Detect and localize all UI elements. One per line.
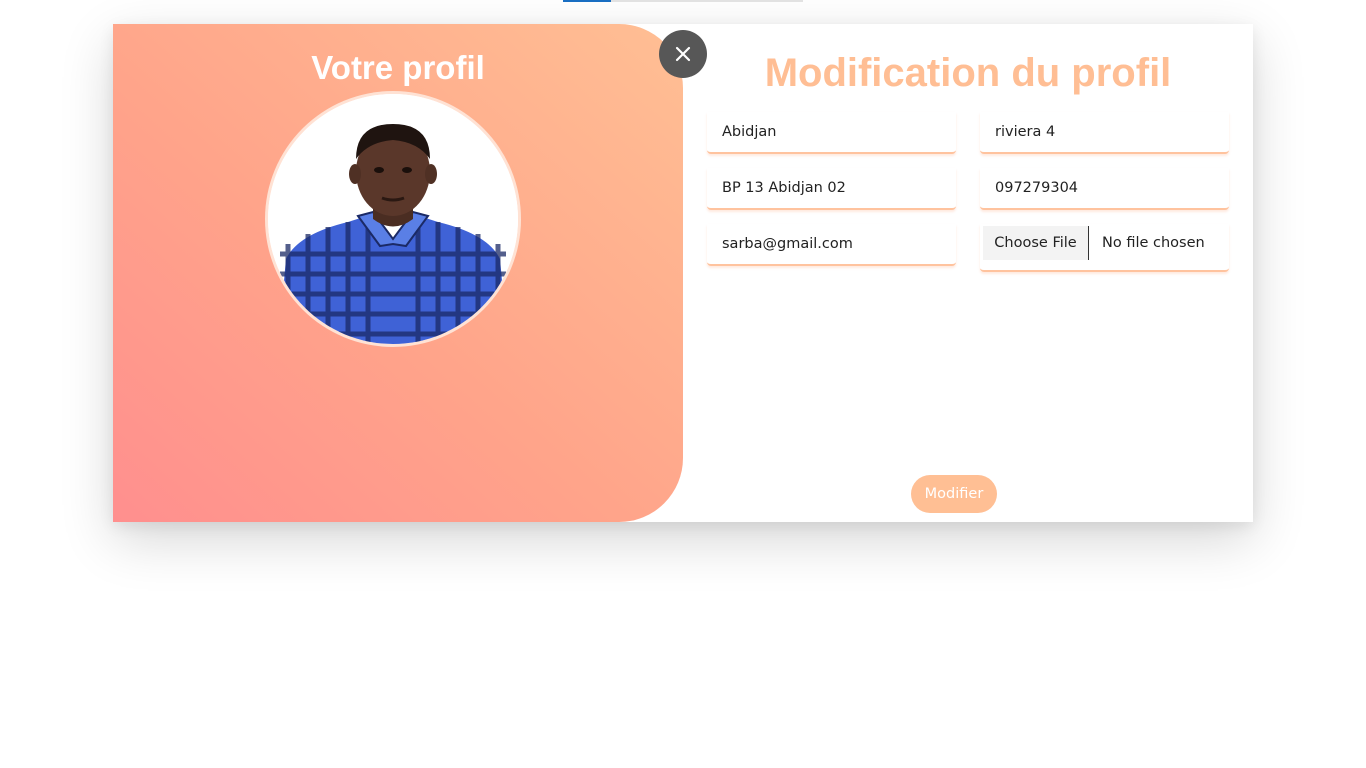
profile-modal: Votre profil Modification du profil Abid… bbox=[113, 24, 1253, 522]
choose-file-button[interactable]: Choose File bbox=[983, 226, 1089, 260]
email-field bbox=[707, 224, 956, 266]
city-field bbox=[707, 112, 956, 154]
email-input[interactable] bbox=[707, 224, 956, 264]
top-tab-active-indicator bbox=[563, 0, 611, 2]
profile-photo-icon bbox=[268, 94, 518, 344]
profile-summary-panel: Votre profil bbox=[113, 24, 683, 522]
district-field bbox=[980, 112, 1229, 154]
close-button[interactable] bbox=[659, 30, 707, 78]
city-input[interactable] bbox=[707, 112, 956, 152]
postal-address-field bbox=[707, 168, 956, 210]
file-status-text: No file chosen bbox=[1102, 235, 1205, 251]
phone-field bbox=[980, 168, 1229, 210]
district-input[interactable] bbox=[980, 112, 1229, 152]
avatar bbox=[268, 94, 518, 344]
postal-address-input[interactable] bbox=[707, 168, 956, 208]
phone-input[interactable] bbox=[980, 168, 1229, 208]
photo-file-field: Choose File No file chosen bbox=[980, 224, 1229, 272]
profile-panel-title: Votre profil bbox=[311, 49, 485, 86]
modify-button[interactable]: Modifier bbox=[911, 475, 997, 513]
edit-profile-title: Modification du profil bbox=[764, 51, 1172, 95]
close-icon bbox=[675, 46, 691, 62]
